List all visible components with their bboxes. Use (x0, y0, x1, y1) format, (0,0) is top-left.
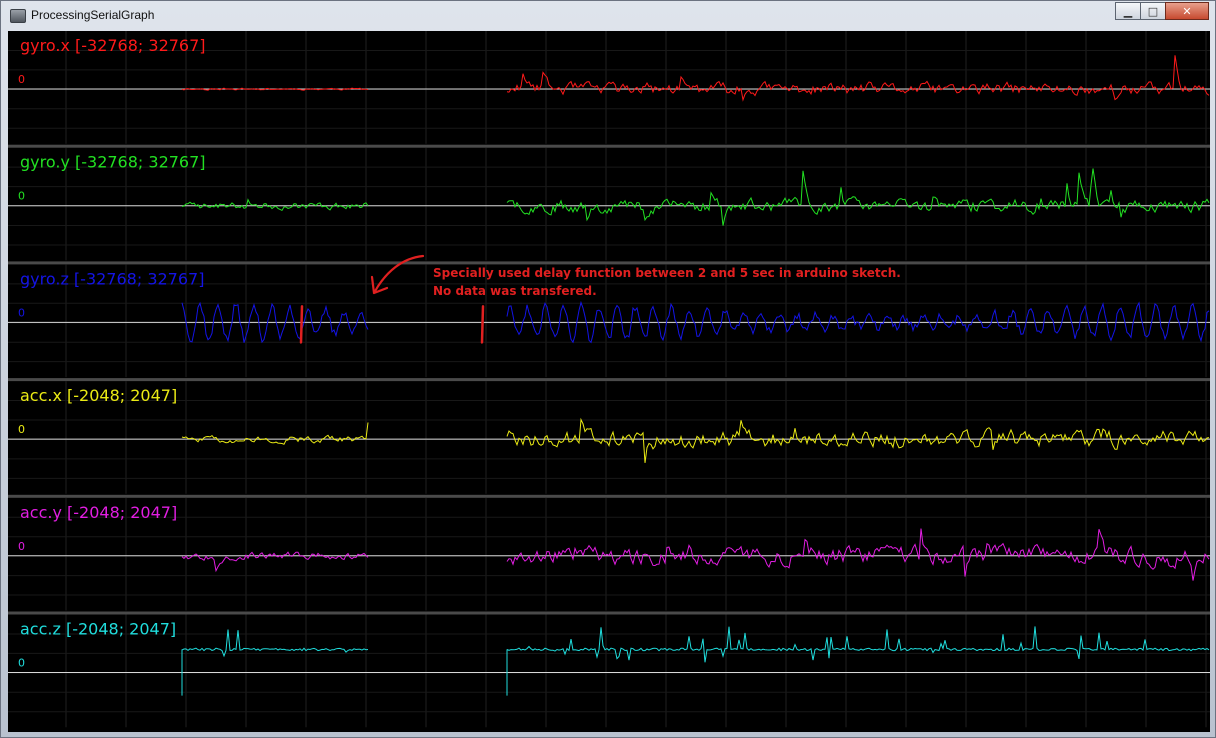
title-bar[interactable]: ProcessingSerialGraph ▁ □ ✕ (1, 1, 1216, 31)
minimize-button[interactable]: ▁ (1115, 2, 1141, 20)
series-line (181, 198, 369, 212)
panel-separator (8, 378, 1210, 382)
chart-title: gyro.y [-32768; 32767] (20, 153, 206, 172)
application-window: ProcessingSerialGraph ▁ □ ✕ gyro.x [-327… (0, 0, 1216, 738)
zero-tick-label: 0 (18, 423, 25, 436)
series-line (506, 168, 1210, 226)
annotation-text-line1: Specially used delay function between 2 … (433, 266, 901, 280)
series-line (506, 417, 1210, 463)
panel-separator (8, 611, 1210, 615)
close-icon: ✕ (1182, 4, 1192, 18)
zero-tick-label: 0 (18, 306, 25, 319)
chart-panel-5: acc.z [-2048; 2047] 0 (8, 614, 1210, 728)
panel-separator (8, 494, 1210, 498)
maximize-button[interactable]: □ (1140, 2, 1166, 20)
minimize-icon: ▁ (1123, 4, 1133, 18)
app-icon (10, 9, 26, 23)
series-line (181, 551, 369, 573)
maximize-icon: □ (1147, 4, 1159, 18)
gap-marker (299, 305, 304, 344)
chart-panel-4: acc.y [-2048; 2047] 0 (8, 497, 1210, 615)
zero-tick-label: 0 (18, 73, 25, 86)
chart-title: acc.x [-2048; 2047] (20, 386, 177, 405)
chart-panel-3: acc.x [-2048; 2047] 0 (8, 381, 1210, 498)
series-line (506, 55, 1210, 102)
chart-title: acc.y [-2048; 2047] (20, 503, 177, 522)
chart-panel-0: gyro.x [-32768; 32767] 0 (8, 31, 1210, 148)
chart-panel-2: gyro.z [-32768; 32767] 0 (8, 264, 1210, 382)
series-line (506, 626, 1210, 696)
panel-separator (8, 144, 1210, 148)
chart-panel-1: gyro.y [-32768; 32767] 0 (8, 147, 1210, 265)
chart-title: gyro.x [-32768; 32767] (20, 36, 206, 55)
gap-marker (480, 305, 485, 344)
chart-title: acc.z [-2048; 2047] (20, 620, 176, 639)
close-button[interactable]: ✕ (1165, 2, 1209, 20)
panel-separator (8, 261, 1210, 265)
annotation-text-line2: No data was transfered. (433, 284, 597, 298)
series-line (181, 422, 369, 445)
window-controls: ▁ □ ✕ (1115, 2, 1209, 20)
zero-tick-label: 0 (18, 540, 25, 553)
zero-tick-label: 0 (18, 657, 25, 670)
serial-graph-svg: gyro.x [-32768; 32767]0gyro.y [-32768; 3… (8, 31, 1210, 728)
window-title: ProcessingSerialGraph (31, 8, 155, 22)
graph-canvas: gyro.x [-32768; 32767] 0 gyro.y [-32768; 3… (8, 31, 1210, 732)
zero-tick-label: 0 (18, 190, 25, 203)
series-line (181, 629, 369, 696)
chart-title: gyro.z [-32768; 32767] (20, 269, 204, 288)
